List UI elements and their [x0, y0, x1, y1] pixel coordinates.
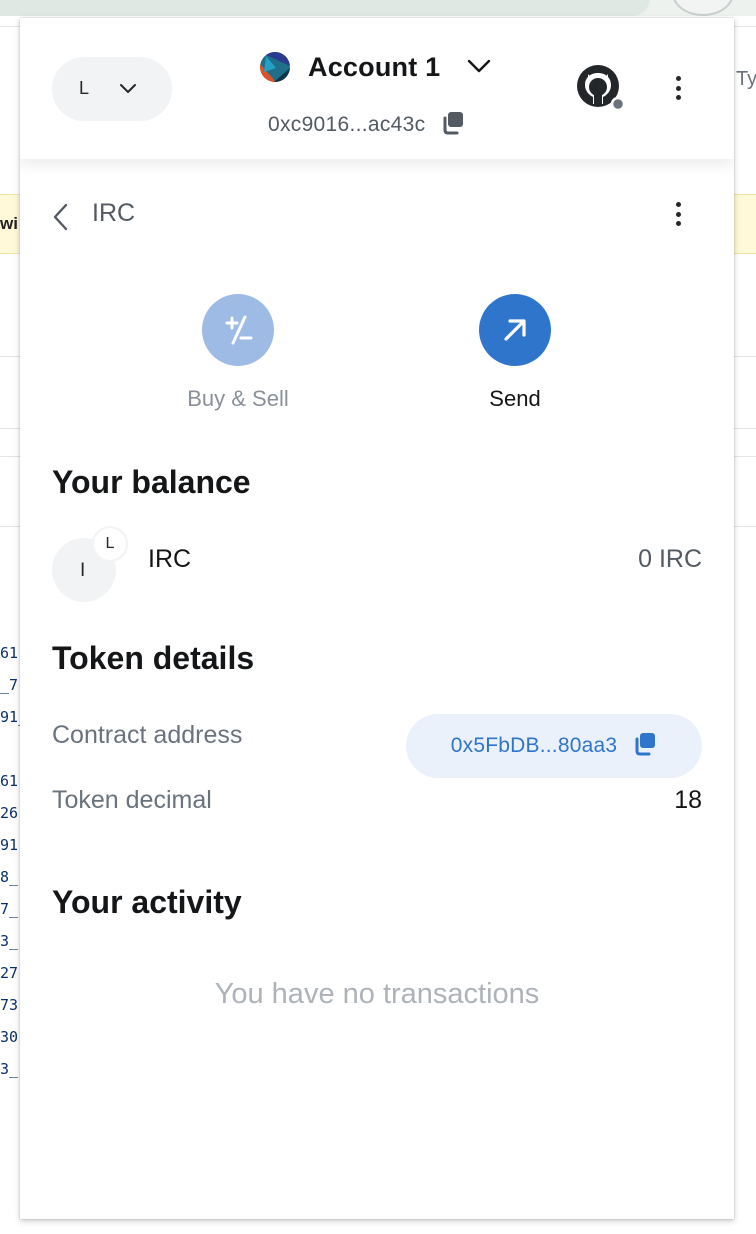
- send-label: Send: [489, 386, 541, 411]
- arrow-up-right-icon: [479, 294, 551, 366]
- background-code-line: 8_: [0, 868, 19, 886]
- balance-heading: Your balance: [52, 464, 251, 500]
- background-code-line: 61: [0, 772, 19, 790]
- background-code-line: 26: [0, 804, 19, 822]
- copy-icon: [439, 110, 465, 141]
- network-picker-button[interactable]: L: [52, 57, 172, 121]
- background-text-fragment: Ty: [736, 68, 756, 90]
- no-transactions-message: You have no transactions: [214, 978, 540, 1010]
- network-avatar-letter: L: [79, 78, 90, 98]
- github-icon[interactable]: [575, 64, 626, 112]
- balance-amount: 0 IRC: [638, 545, 702, 573]
- background-code-line: 27: [0, 964, 19, 982]
- chevron-left-icon[interactable]: [52, 202, 70, 237]
- chevron-down-icon: [118, 79, 138, 104]
- background-code-line: 73: [0, 996, 19, 1014]
- token-decimal-label: Token decimal: [52, 786, 212, 814]
- background-code-line: 61: [0, 644, 19, 662]
- activity-heading: Your activity: [52, 884, 242, 920]
- token-details-heading: Token details: [52, 640, 255, 676]
- browser-tab-strip: [0, 0, 650, 16]
- contract-address-value: 0x5FbDB...80aa3: [450, 734, 618, 757]
- plus-minus-icon: [202, 294, 274, 366]
- buy-sell-label: Buy & Sell: [187, 386, 289, 411]
- background-code-line: 30: [0, 1028, 19, 1046]
- copy-icon: [631, 731, 657, 762]
- background-banner-text: wi: [0, 214, 18, 233]
- background-code-line: 91_: [0, 708, 20, 726]
- account-avatar-icon: [260, 52, 290, 82]
- background-code-line: 7_: [0, 900, 19, 918]
- buy-sell-button[interactable]: Buy & Sell: [168, 294, 308, 412]
- app-header: L Account 1 0xc9016...ac43c: [20, 18, 734, 159]
- balance-token-symbol: IRC: [148, 545, 192, 573]
- token-decimal-value: 18: [674, 786, 702, 814]
- kebab-menu-icon[interactable]: [674, 202, 682, 230]
- network-badge: L: [92, 526, 128, 562]
- token-page-title: IRC: [92, 199, 136, 227]
- background-code-line: 91: [0, 836, 19, 854]
- contract-address-label: Contract address: [52, 721, 243, 749]
- kebab-menu-icon[interactable]: [674, 76, 682, 104]
- background-code-line: 3_: [0, 932, 19, 950]
- background-code-line: _7: [0, 676, 19, 694]
- browser-top-bar: [0, 0, 756, 16]
- token-avatar: I L: [52, 526, 128, 602]
- wallet-popup: L Account 1 0xc9016...ac43c IRC Buy & Se…: [20, 18, 734, 1219]
- send-button[interactable]: Send: [445, 294, 585, 412]
- background-code-line: 3_: [0, 1060, 19, 1078]
- chevron-down-icon: [466, 55, 492, 82]
- account-picker-button[interactable]: Account 1: [260, 50, 492, 84]
- contract-address-copy-button[interactable]: 0x5FbDB...80aa3: [406, 714, 702, 778]
- token-avatar-letter: I: [80, 560, 86, 581]
- account-name: Account 1: [308, 51, 441, 82]
- browser-profile-circle: [672, 0, 734, 16]
- account-address: 0xc9016...ac43c: [268, 113, 426, 136]
- account-address-copy-button[interactable]: 0xc9016...ac43c: [268, 110, 465, 140]
